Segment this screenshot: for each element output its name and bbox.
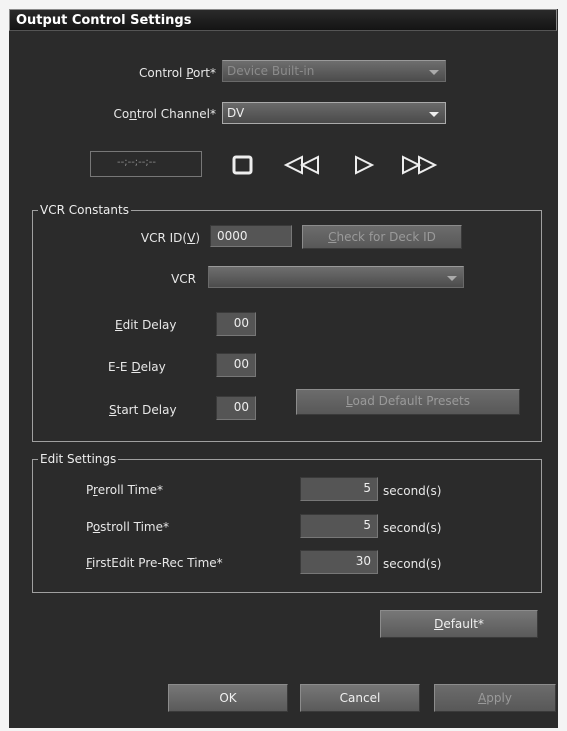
firstedit-unit: second(s) bbox=[383, 557, 442, 571]
ee-delay-input[interactable]: 00 bbox=[216, 353, 256, 377]
fast-forward-icon[interactable] bbox=[400, 155, 440, 175]
control-channel-select[interactable]: DV bbox=[222, 102, 446, 124]
control-channel-label: Control Channel* bbox=[113, 107, 216, 121]
control-port-label: Control Port* bbox=[139, 66, 216, 80]
dialog-title: Output Control Settings bbox=[16, 13, 192, 28]
preroll-input[interactable]: 5 bbox=[300, 477, 378, 501]
chevron-down-icon bbox=[447, 276, 457, 281]
timecode-display: --;--;--;-- bbox=[90, 151, 202, 177]
cancel-button[interactable]: Cancel bbox=[300, 684, 420, 712]
vcr-label: VCR bbox=[171, 272, 196, 286]
preroll-value: 5 bbox=[363, 481, 371, 495]
chevron-down-icon bbox=[429, 70, 439, 75]
postroll-value: 5 bbox=[363, 518, 371, 532]
edit-delay-input[interactable]: 00 bbox=[216, 312, 256, 336]
start-delay-input[interactable]: 00 bbox=[216, 396, 256, 420]
control-port-select[interactable]: Device Built-in bbox=[222, 60, 446, 82]
edit-delay-value: 00 bbox=[233, 316, 249, 330]
preroll-label: Preroll Time* bbox=[86, 483, 163, 497]
load-default-presets-button[interactable]: Load Default Presets bbox=[296, 389, 520, 415]
rewind-icon[interactable] bbox=[283, 155, 323, 175]
chevron-down-icon bbox=[429, 112, 439, 117]
edit-settings-legend: Edit Settings bbox=[38, 452, 119, 466]
postroll-input[interactable]: 5 bbox=[300, 514, 378, 538]
vcr-id-value: 0000 bbox=[217, 229, 248, 243]
control-channel-value: DV bbox=[227, 106, 245, 120]
ok-button[interactable]: OK bbox=[168, 684, 288, 712]
preroll-unit: second(s) bbox=[383, 484, 442, 498]
postroll-label: Postroll Time* bbox=[86, 520, 169, 534]
control-port-value: Device Built-in bbox=[227, 64, 315, 78]
start-delay-value: 00 bbox=[233, 400, 249, 414]
postroll-unit: second(s) bbox=[383, 521, 442, 535]
check-deck-id-button[interactable]: Check for Deck ID bbox=[302, 225, 462, 249]
play-icon[interactable] bbox=[352, 155, 376, 175]
start-delay-label: Start Delay bbox=[109, 403, 177, 417]
title-bar: Output Control Settings bbox=[9, 9, 557, 31]
vcr-id-input[interactable]: 0000 bbox=[210, 225, 292, 247]
stop-icon[interactable] bbox=[232, 155, 254, 175]
apply-button[interactable]: Apply bbox=[434, 684, 556, 712]
vcr-select[interactable] bbox=[208, 266, 464, 288]
firstedit-input[interactable]: 30 bbox=[300, 550, 378, 574]
ee-delay-value: 00 bbox=[233, 357, 249, 371]
vcr-constants-legend: VCR Constants bbox=[38, 203, 131, 217]
firstedit-value: 30 bbox=[355, 554, 371, 568]
timecode-value: --;--;--;-- bbox=[117, 157, 156, 168]
vcr-id-label: VCR ID(V) bbox=[140, 231, 200, 245]
edit-delay-label: Edit Delay bbox=[115, 318, 177, 332]
firstedit-label: FirstEdit Pre-Rec Time* bbox=[86, 556, 223, 570]
ee-delay-label: E-E Delay bbox=[108, 360, 166, 374]
default-button[interactable]: Default* bbox=[380, 610, 538, 638]
